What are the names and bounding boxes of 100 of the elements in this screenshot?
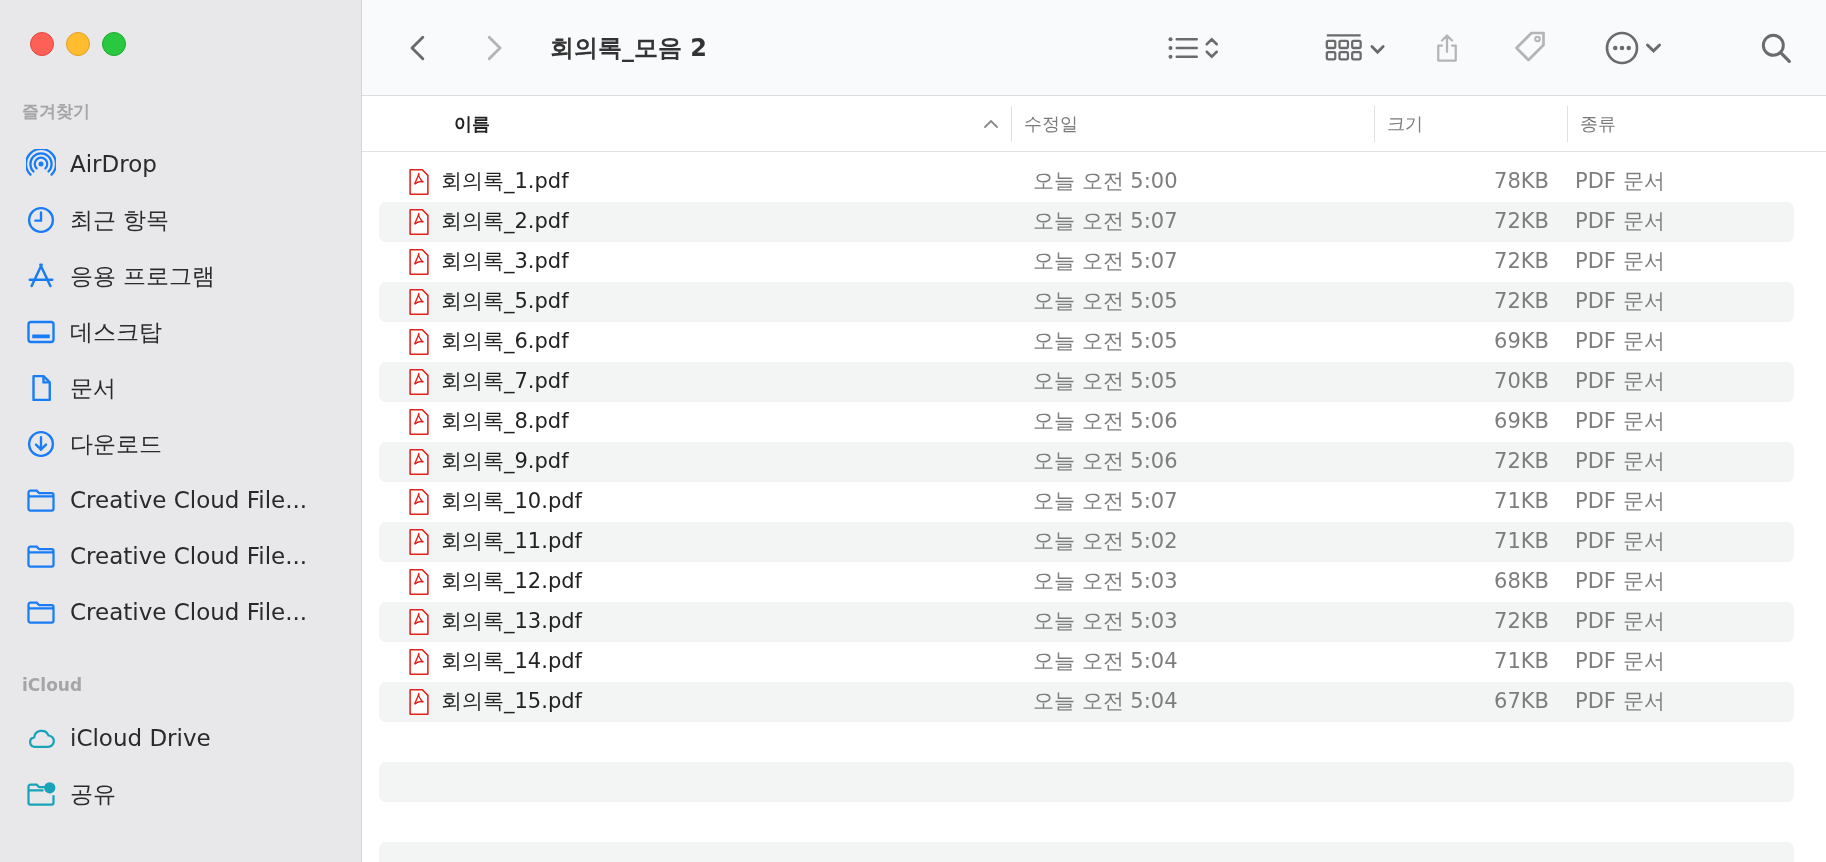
close-button[interactable] [30, 32, 54, 56]
modified-date: 오늘 오전 5:04 [1032, 648, 1179, 676]
file-kind: PDF 문서 [1574, 408, 1665, 436]
file-row[interactable]: 회의록_14.pdf 오늘 오전 5:04 71KB PDF 문서 [379, 642, 1794, 682]
file-row[interactable]: 회의록_3.pdf 오늘 오전 5:07 72KB PDF 문서 [379, 242, 1794, 282]
column-header[interactable]: 종류 [1567, 105, 1807, 142]
file-kind: PDF 문서 [1574, 328, 1665, 356]
sidebar-item[interactable]: 응용 프로그램 [14, 248, 347, 304]
file-kind: PDF 문서 [1574, 168, 1665, 196]
file-size: 72KB [1493, 608, 1549, 636]
pdf-file-icon [409, 448, 429, 476]
column-header[interactable]: 수정일 [1011, 105, 1374, 142]
sidebar-item[interactable]: Creative Cloud File... [14, 584, 347, 640]
sidebar-item[interactable]: 데스크탑 [14, 304, 347, 360]
file-name: 회의록_7.pdf [441, 368, 569, 396]
pdf-file-icon [409, 608, 429, 636]
minimize-button[interactable] [66, 32, 90, 56]
pdf-file-icon [409, 568, 429, 596]
pdf-file-icon [409, 288, 429, 316]
file-row[interactable]: 회의록_11.pdf 오늘 오전 5:02 71KB PDF 문서 [379, 522, 1794, 562]
file-name: 회의록_15.pdf [441, 688, 582, 716]
file-size: 71KB [1493, 648, 1549, 676]
file-size: 69KB [1493, 328, 1549, 356]
file-row[interactable]: 회의록_9.pdf 오늘 오전 5:06 72KB PDF 문서 [379, 442, 1794, 482]
pdf-file-icon [409, 648, 429, 676]
modified-date: 오늘 오전 5:06 [1032, 408, 1179, 436]
file-name: 회의록_8.pdf [441, 408, 569, 436]
file-kind: PDF 문서 [1574, 448, 1665, 476]
pdf-file-icon [409, 408, 429, 436]
file-name: 회의록_10.pdf [441, 488, 582, 516]
pdf-file-icon [409, 248, 429, 276]
file-row[interactable]: 회의록_13.pdf 오늘 오전 5:03 72KB PDF 문서 [379, 602, 1794, 642]
column-header[interactable]: 크기 [1374, 105, 1567, 142]
file-size: 69KB [1493, 408, 1549, 436]
file-row[interactable]: 회의록_10.pdf 오늘 오전 5:07 71KB PDF 문서 [379, 482, 1794, 522]
file-row[interactable]: 회의록_5.pdf 오늘 오전 5:05 72KB PDF 문서 [379, 282, 1794, 322]
more-icon [1604, 29, 1664, 66]
file-size: 71KB [1493, 528, 1549, 556]
file-name: 회의록_14.pdf [441, 648, 582, 676]
column-header[interactable]: 이름 [362, 105, 1011, 142]
sidebar-item[interactable]: AirDrop [14, 136, 347, 192]
file-kind: PDF 문서 [1574, 208, 1665, 236]
file-size: 67KB [1493, 688, 1549, 716]
pdf-file-icon [409, 528, 429, 556]
file-name: 회의록_13.pdf [441, 608, 582, 636]
file-row[interactable]: 회의록_6.pdf 오늘 오전 5:05 69KB PDF 문서 [379, 322, 1794, 362]
file-kind: PDF 문서 [1574, 248, 1665, 276]
file-size: 72KB [1493, 208, 1549, 236]
file-name: 회의록_3.pdf [441, 248, 569, 276]
modified-date: 오늘 오전 5:02 [1032, 528, 1179, 556]
sidebar-section-title: iCloud [21, 674, 84, 698]
sidebar-item[interactable]: 공유 [14, 766, 347, 822]
sidebar-item[interactable]: Creative Cloud File... [14, 472, 347, 528]
file-size: 72KB [1493, 288, 1549, 316]
file-size: 72KB [1493, 248, 1549, 276]
modified-date: 오늘 오전 5:07 [1032, 488, 1179, 516]
file-name: 회의록_12.pdf [441, 568, 582, 596]
modified-date: 오늘 오전 5:03 [1032, 568, 1179, 596]
modified-date: 오늘 오전 5:06 [1032, 448, 1179, 476]
file-kind: PDF 문서 [1574, 608, 1665, 636]
file-size: 70KB [1493, 368, 1549, 396]
file-row[interactable]: 회의록_1.pdf 오늘 오전 5:00 78KB PDF 문서 [379, 162, 1794, 202]
file-kind: PDF 문서 [1574, 368, 1665, 396]
file-row[interactable]: 회의록_8.pdf 오늘 오전 5:06 69KB PDF 문서 [379, 402, 1794, 442]
file-row[interactable]: 회의록_12.pdf 오늘 오전 5:03 68KB PDF 문서 [379, 562, 1794, 602]
pdf-file-icon [409, 168, 429, 196]
modified-date: 오늘 오전 5:03 [1032, 608, 1179, 636]
search-icon [1760, 31, 1792, 64]
file-row[interactable]: 회의록_7.pdf 오늘 오전 5:05 70KB PDF 문서 [379, 362, 1794, 402]
file-name: 회의록_2.pdf [441, 208, 569, 236]
sidebar-item[interactable]: 문서 [14, 360, 347, 416]
sidebar-item[interactable]: Creative Cloud File... [14, 528, 347, 584]
pdf-file-icon [409, 328, 429, 356]
pdf-file-icon [409, 208, 429, 236]
file-kind: PDF 문서 [1574, 528, 1665, 556]
file-kind: PDF 문서 [1574, 648, 1665, 676]
file-kind: PDF 문서 [1574, 568, 1665, 596]
sidebar-item[interactable]: 다운로드 [14, 416, 347, 472]
sidebar-section-title: 즐겨찾기 [21, 100, 91, 124]
file-kind: PDF 문서 [1574, 288, 1665, 316]
zoom-button[interactable] [102, 32, 126, 56]
file-size: 71KB [1493, 488, 1549, 516]
modified-date: 오늘 오전 5:04 [1032, 688, 1179, 716]
modified-date: 오늘 오전 5:07 [1032, 208, 1179, 236]
file-name: 회의록_1.pdf [441, 168, 569, 196]
file-kind: PDF 문서 [1574, 488, 1665, 516]
sidebar-item[interactable]: iCloud Drive [14, 710, 347, 766]
sidebar-item[interactable]: 최근 항목 [14, 192, 347, 248]
modified-date: 오늘 오전 5:07 [1032, 248, 1179, 276]
file-size: 78KB [1493, 168, 1549, 196]
file-name: 회의록_11.pdf [441, 528, 582, 556]
pdf-file-icon [409, 688, 429, 716]
modified-date: 오늘 오전 5:00 [1032, 168, 1179, 196]
file-row[interactable]: 회의록_15.pdf 오늘 오전 5:04 67KB PDF 문서 [379, 682, 1794, 722]
file-name: 회의록_6.pdf [441, 328, 569, 356]
file-row[interactable]: 회의록_2.pdf 오늘 오전 5:07 72KB PDF 문서 [379, 202, 1794, 242]
file-size: 68KB [1493, 568, 1549, 596]
file-name: 회의록_5.pdf [441, 288, 569, 316]
modified-date: 오늘 오전 5:05 [1032, 328, 1179, 356]
file-kind: PDF 문서 [1574, 688, 1665, 716]
